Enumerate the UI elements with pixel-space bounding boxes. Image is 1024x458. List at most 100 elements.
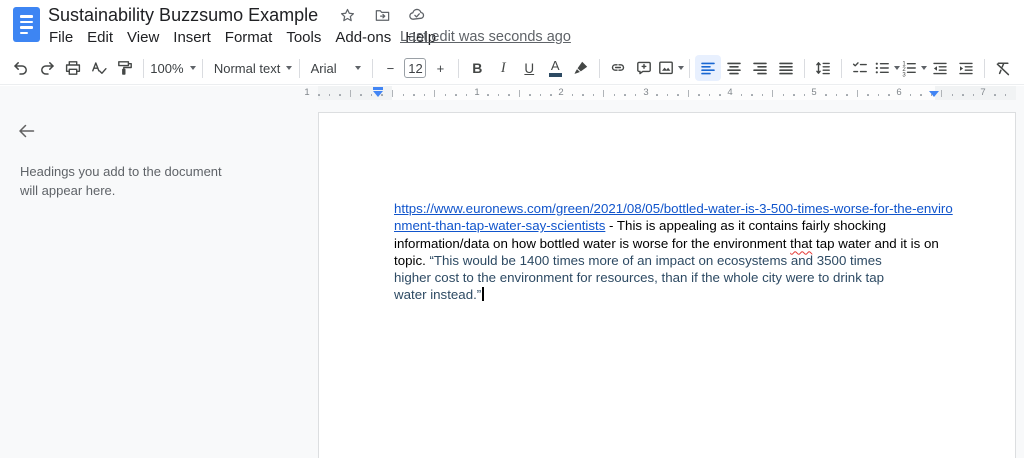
text-color-button[interactable]: A — [542, 55, 568, 81]
chevron-down-icon — [286, 66, 292, 70]
right-indent-marker[interactable] — [929, 91, 939, 97]
increase-font-size-button[interactable]: + — [427, 55, 453, 81]
add-comment-button[interactable] — [631, 55, 657, 81]
document-link[interactable]: https://www.euronews.com/green/2021/08/0… — [394, 201, 953, 216]
toolbar-divider — [984, 59, 985, 78]
increase-indent-button[interactable] — [953, 55, 979, 81]
menu-item-view[interactable]: View — [120, 27, 166, 48]
justify-button[interactable] — [773, 55, 799, 81]
menu-item-insert[interactable]: Insert — [166, 27, 218, 48]
clear-formatting-button[interactable] — [990, 55, 1016, 81]
left-indent-marker[interactable] — [373, 87, 383, 97]
align-center-icon — [725, 59, 743, 77]
ruler-tick — [1005, 94, 1007, 96]
font-size-input[interactable]: 12 — [404, 58, 426, 78]
ruler-tick — [719, 94, 721, 96]
document-line: https://www.euronews.com/green/2021/08/0… — [394, 200, 953, 217]
insert-link-button[interactable] — [605, 55, 631, 81]
ruler-tick — [793, 94, 795, 96]
ruler-number: 2 — [558, 87, 563, 98]
ruler-tick — [772, 90, 773, 97]
numbered-list-button[interactable]: 123 — [900, 55, 927, 81]
ruler-number: 4 — [727, 87, 732, 98]
justify-icon — [777, 59, 795, 77]
ruler-tick — [825, 94, 827, 96]
spell-check-button[interactable] — [86, 55, 112, 81]
chevron-down-icon — [190, 66, 196, 70]
ruler-tick — [867, 94, 869, 96]
ruler-tick — [920, 94, 922, 96]
underline-button[interactable]: U — [516, 55, 542, 81]
document-page[interactable]: https://www.euronews.com/green/2021/08/0… — [318, 112, 1016, 458]
ruler-tick — [973, 94, 975, 96]
bulleted-list-button[interactable] — [873, 55, 900, 81]
line-spacing-button[interactable] — [810, 55, 836, 81]
document-line: information/data on how bottled water is… — [394, 235, 953, 252]
ruler-tick — [667, 94, 669, 96]
ruler-tick — [878, 94, 880, 96]
image-icon — [657, 59, 675, 77]
ruler-tick — [656, 94, 658, 96]
ruler-tick — [466, 94, 468, 96]
document-text-segment: information/data on how bottled water is… — [394, 236, 790, 251]
ruler-number: 6 — [896, 87, 901, 98]
menu-item-file[interactable]: File — [42, 27, 80, 48]
ruler-tick — [508, 94, 510, 96]
ruler-tick — [392, 90, 393, 97]
ruler-tick — [857, 90, 858, 97]
undo-icon — [12, 59, 30, 77]
last-edit-link[interactable]: Last edit was seconds ago — [396, 27, 575, 47]
cloud-saved-icon[interactable] — [404, 4, 430, 26]
document-text[interactable]: https://www.euronews.com/green/2021/08/0… — [394, 200, 953, 304]
outline-hint-text: Headings you add to the document will ap… — [20, 162, 235, 200]
toolbar-divider — [372, 59, 373, 78]
ruler-tick — [962, 94, 964, 96]
paint-format-icon — [116, 59, 134, 77]
star-icon[interactable] — [334, 4, 360, 26]
document-text-segment: topic. — [394, 253, 429, 268]
menu-item-tools[interactable]: Tools — [279, 27, 328, 48]
menu-item-format[interactable]: Format — [218, 27, 280, 48]
google-docs-logo-icon[interactable] — [13, 7, 40, 42]
ruler-tick — [424, 94, 426, 96]
content-area: Headings you add to the document will ap… — [0, 100, 1024, 458]
document-title[interactable]: Sustainability Buzzsumo Example — [48, 5, 318, 26]
decrease-indent-button[interactable] — [927, 55, 953, 81]
paragraph-style-select[interactable]: Normal text — [208, 55, 294, 81]
ruler-tick — [603, 90, 604, 97]
toolbar-divider — [804, 59, 805, 78]
font-select[interactable]: Arial — [305, 55, 367, 81]
print-button[interactable] — [60, 55, 86, 81]
clear-formatting-icon — [994, 59, 1012, 77]
italic-button[interactable]: I — [490, 55, 516, 81]
zoom-select[interactable]: 100% — [149, 55, 197, 81]
ruler-number: 5 — [811, 87, 816, 98]
line-spacing-icon — [814, 59, 832, 77]
ruler-tick — [360, 94, 362, 96]
align-right-button[interactable] — [747, 55, 773, 81]
document-link[interactable]: nment-than-tap-water-say-scientists — [394, 218, 605, 233]
ruler-tick — [350, 90, 351, 97]
spell-check-icon — [90, 59, 108, 77]
undo-button[interactable] — [8, 55, 34, 81]
close-outline-button[interactable] — [12, 116, 42, 146]
bold-button[interactable]: B — [464, 55, 490, 81]
decrease-font-size-button[interactable]: − — [377, 55, 403, 81]
ruler-tick — [339, 94, 341, 96]
text-cursor — [482, 287, 484, 301]
checklist-button[interactable] — [847, 55, 873, 81]
insert-image-button[interactable] — [657, 55, 684, 81]
align-left-button[interactable] — [695, 55, 721, 81]
redo-button[interactable] — [34, 55, 60, 81]
text-color-swatch — [549, 73, 562, 77]
document-line: topic. “This would be 1400 times more of… — [394, 252, 953, 269]
paint-format-button[interactable] — [112, 55, 138, 81]
menu-item-edit[interactable]: Edit — [80, 27, 120, 48]
ruler[interactable]: 11234567 — [0, 86, 1024, 100]
align-center-button[interactable] — [721, 55, 747, 81]
highlight-color-button[interactable] — [568, 55, 594, 81]
ruler-tick — [846, 94, 848, 96]
ruler-tick — [529, 94, 531, 96]
move-folder-icon[interactable] — [369, 4, 395, 26]
menu-item-addons[interactable]: Add-ons — [328, 27, 398, 48]
